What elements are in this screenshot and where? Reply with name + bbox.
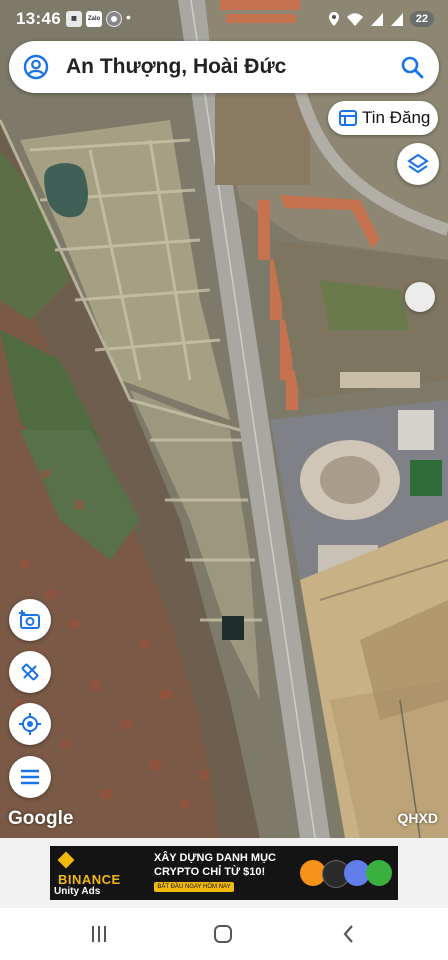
ad-brand: BINANCE: [58, 872, 121, 887]
ad-band: BINANCE XÂY DỰNG DANH MỤC CRYPTO CHỈ TỪ …: [0, 838, 448, 908]
more-notifications-dot: •: [126, 9, 131, 25]
status-icons: 22: [328, 8, 434, 30]
back-icon[interactable]: [334, 922, 364, 946]
measure-button[interactable]: [9, 651, 51, 693]
menu-button[interactable]: [9, 756, 51, 798]
status-time: 13:46: [16, 9, 61, 28]
add-photo-button[interactable]: [9, 599, 51, 641]
search-location-text[interactable]: An Thượng, Hoài Đức: [66, 55, 286, 79]
list-icon: [339, 110, 357, 131]
system-nav-bar: [0, 908, 448, 960]
wifi-icon: [346, 13, 363, 26]
ad-headline-1: XÂY DỰNG DANH MỤC: [154, 852, 276, 864]
location-icon: [328, 12, 339, 26]
chrome-notification-icon: [106, 11, 122, 27]
google-watermark: Google: [8, 808, 74, 829]
listings-button[interactable]: Tin Đăng: [328, 101, 438, 135]
battery-icon: 22: [409, 11, 434, 27]
my-location-button[interactable]: [9, 703, 51, 745]
handle-icon[interactable]: [405, 282, 435, 312]
ad-banner[interactable]: BINANCE XÂY DỰNG DANH MỤC CRYPTO CHỈ TỪ …: [50, 846, 398, 900]
green-coin-icon: [366, 860, 392, 886]
ad-headline-2: CRYPTO CHỈ TỪ $10!: [154, 866, 266, 878]
layers-button[interactable]: [397, 143, 439, 185]
search-bar[interactable]: An Thượng, Hoài Đức: [9, 41, 439, 93]
gallery-notification-icon: ▦: [66, 11, 82, 27]
ad-network-label: Unity Ads: [54, 886, 101, 897]
my-location-icon: [19, 713, 41, 735]
map-attribution: QHXD: [397, 810, 438, 826]
home-icon[interactable]: [208, 922, 238, 946]
status-bar: 13:46 ▦ Zalo • 22: [0, 0, 448, 38]
search-icon[interactable]: [399, 54, 425, 85]
listings-label: Tin Đăng: [362, 108, 431, 127]
binance-logo-icon: [57, 851, 75, 869]
layers-icon: [407, 153, 429, 174]
account-icon[interactable]: [23, 54, 49, 85]
zalo-notification-icon: Zalo: [86, 11, 102, 27]
ad-cta-button[interactable]: BẮT ĐẦU NGAY HÔM NAY: [154, 882, 234, 892]
signal-icon: [370, 13, 383, 26]
ruler-icon: [21, 663, 39, 681]
menu-icon: [21, 769, 39, 785]
camera-plus-icon: [19, 610, 40, 629]
recent-apps-icon[interactable]: [84, 922, 114, 946]
signal-icon-2: [390, 13, 403, 26]
